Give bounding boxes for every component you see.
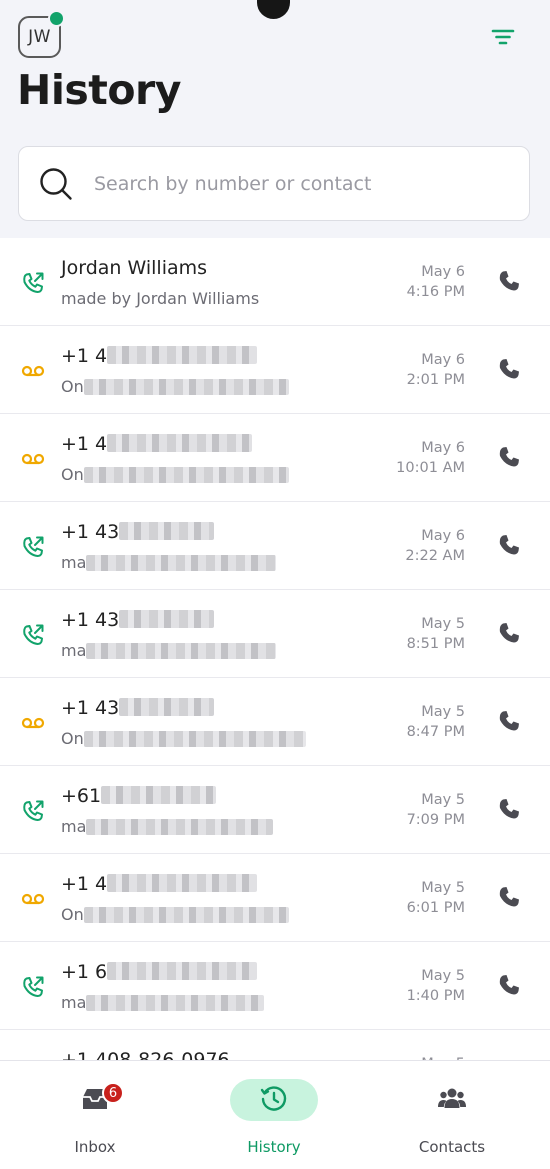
call-contact-name: +1 43 (61, 521, 215, 543)
call-contact-name: +1 4 (61, 433, 253, 455)
page-title: History (17, 66, 181, 114)
redacted-number (119, 698, 215, 716)
call-row[interactable]: +1 43 ma May 5 8:51 PM (0, 590, 550, 678)
phone-icon[interactable] (497, 445, 521, 469)
call-timestamp: May 5 6:01 PM (406, 880, 465, 916)
phone-icon[interactable] (497, 357, 521, 381)
call-contact-name: +1 6 (61, 961, 258, 983)
outgoing-call-icon (20, 622, 46, 648)
call-row[interactable]: +1 408-826-0976May 5 (0, 1030, 550, 1060)
voicemail-icon (20, 886, 46, 912)
call-subtitle: ma (61, 641, 277, 660)
call-timestamp: May 6 2:01 PM (406, 352, 465, 388)
call-contact-name: +61 (61, 785, 217, 807)
redacted-detail (83, 379, 289, 395)
redacted-number (107, 434, 253, 452)
redacted-detail (86, 995, 265, 1011)
redacted-number (119, 610, 215, 628)
call-subtitle: made by Jordan Williams (61, 289, 260, 308)
redacted-detail (86, 555, 277, 571)
search-icon (40, 167, 72, 200)
call-contact-name: +1 408-826-0976 (61, 1049, 230, 1060)
redacted-detail (86, 643, 277, 659)
call-timestamp: May 6 10:01 AM (396, 440, 465, 476)
call-row[interactable]: +1 6 ma May 5 1:40 PM (0, 942, 550, 1030)
nav-history-label: History (247, 1138, 301, 1156)
phone-icon[interactable] (497, 621, 521, 645)
call-timestamp: May 5 8:47 PM (406, 704, 465, 740)
phone-icon[interactable] (497, 533, 521, 557)
call-subtitle: On (61, 465, 289, 484)
outgoing-call-icon (20, 534, 46, 560)
call-subtitle: ma (61, 817, 274, 836)
call-contact-name: +1 4 (61, 345, 258, 367)
call-timestamp: May 5 1:40 PM (406, 968, 465, 1004)
call-row[interactable]: +1 43 ma May 6 2:22 AM (0, 502, 550, 590)
call-timestamp: May 5 7:09 PM (406, 792, 465, 828)
call-contact-name: +1 43 (61, 697, 215, 719)
call-subtitle: On (61, 905, 289, 924)
call-row[interactable]: +61 ma May 5 7:09 PM (0, 766, 550, 854)
call-contact-name: +1 4 (61, 873, 258, 895)
nav-inbox[interactable]: 6 Inbox (35, 1077, 155, 1156)
search-input[interactable] (94, 172, 494, 195)
redacted-detail (83, 907, 289, 923)
call-timestamp: May 5 8:51 PM (406, 616, 465, 652)
voicemail-icon (20, 710, 46, 736)
nav-history[interactable]: History (214, 1077, 334, 1156)
voicemail-icon (20, 358, 46, 384)
call-contact-name: +1 43 (61, 609, 215, 631)
redacted-detail (86, 819, 274, 835)
outgoing-call-icon (20, 974, 46, 1000)
contacts-icon (438, 1088, 466, 1108)
nav-inbox-label: Inbox (74, 1138, 116, 1156)
phone-icon[interactable] (497, 973, 521, 997)
redacted-number (119, 522, 215, 540)
phone-icon[interactable] (497, 797, 521, 821)
redacted-number (107, 346, 258, 364)
phone-icon[interactable] (497, 709, 521, 733)
redacted-number (101, 786, 217, 804)
history-icon (260, 1086, 287, 1111)
redacted-number (107, 962, 258, 980)
inbox-badge: 6 (102, 1082, 124, 1104)
redacted-detail (83, 467, 289, 483)
call-subtitle: ma (61, 993, 265, 1012)
redacted-number (107, 874, 258, 892)
online-status-dot (48, 10, 65, 27)
phone-icon[interactable] (497, 885, 521, 909)
call-row[interactable]: +1 4 On May 6 2:01 PM (0, 326, 550, 414)
nav-contacts[interactable]: Contacts (392, 1077, 512, 1156)
nav-contacts-label: Contacts (418, 1138, 486, 1156)
call-timestamp: May 6 2:22 AM (405, 528, 465, 564)
call-subtitle: ma (61, 553, 277, 572)
header-area: JW History (0, 0, 550, 238)
bottom-navigation: 6 Inbox History Contacts (0, 1060, 550, 1169)
call-subtitle: On (61, 377, 289, 396)
camera-notch (257, 0, 290, 19)
call-row[interactable]: +1 4 On May 5 6:01 PM (0, 854, 550, 942)
voicemail-icon (20, 446, 46, 472)
call-subtitle: On (61, 729, 306, 748)
call-row[interactable]: +1 43 On May 5 8:47 PM (0, 678, 550, 766)
call-row[interactable]: Jordan Williams made by Jordan Williams Ma… (0, 238, 550, 326)
redacted-detail (83, 731, 306, 747)
outgoing-call-icon (20, 270, 46, 296)
call-contact-name: Jordan Williams (61, 257, 208, 279)
call-timestamp: May 6 4:16 PM (406, 264, 465, 300)
call-row[interactable]: +1 4 On May 6 10:01 AM (0, 414, 550, 502)
outgoing-call-icon (20, 798, 46, 824)
search-bar[interactable] (18, 146, 530, 221)
phone-icon[interactable] (497, 269, 521, 293)
filter-icon[interactable] (490, 26, 516, 48)
call-history-list: Jordan Williams made by Jordan Williams Ma… (0, 238, 550, 1060)
